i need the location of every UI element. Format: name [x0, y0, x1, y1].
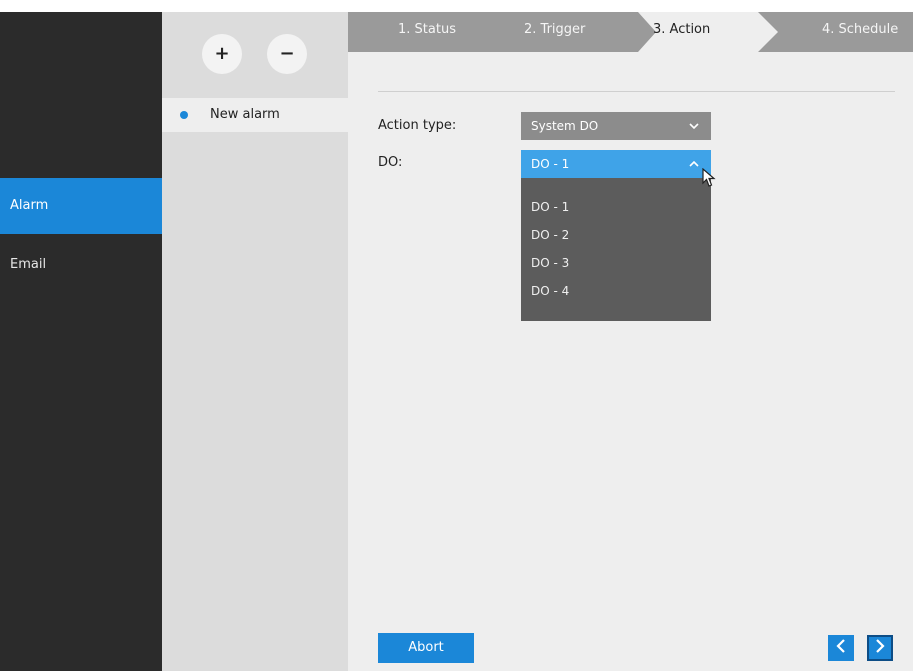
abort-label: Abort: [408, 640, 444, 655]
step-bar: 1. Status 2. Trigger 3. Action 4. Schedu…: [348, 12, 913, 52]
add-alarm-button[interactable]: +: [202, 34, 242, 74]
sidebar: Alarm Email: [0, 12, 162, 671]
do-select[interactable]: DO - 1: [521, 150, 711, 178]
list-item[interactable]: New alarm: [162, 98, 348, 132]
chevron-up-icon: [687, 150, 701, 178]
sidebar-item-label: Email: [10, 257, 47, 272]
do-option[interactable]: DO - 2: [531, 228, 569, 242]
sidebar-item-email[interactable]: Email: [0, 237, 162, 293]
tab-action[interactable]: 3. Action: [653, 12, 710, 52]
tab-schedule[interactable]: 4. Schedule: [822, 12, 898, 52]
minus-icon: −: [279, 43, 295, 64]
remove-alarm-button[interactable]: −: [267, 34, 307, 74]
do-dropdown-menu: DO - 1 DO - 2 DO - 3 DO - 4: [521, 178, 711, 321]
selected-dot-icon: [180, 111, 188, 119]
do-option[interactable]: DO - 3: [531, 256, 569, 270]
alarm-list-panel: + − New alarm: [162, 12, 348, 671]
do-option[interactable]: DO - 1: [531, 200, 569, 214]
action-type-value: System DO: [531, 119, 599, 133]
do-option[interactable]: DO - 4: [531, 284, 569, 298]
chevron-down-icon: [687, 112, 701, 140]
plus-icon: +: [214, 43, 230, 64]
mouse-pointer-icon: [702, 167, 716, 192]
sidebar-item-alarm[interactable]: Alarm: [0, 178, 162, 234]
tab-status[interactable]: 1. Status: [398, 12, 456, 52]
action-type-select[interactable]: System DO: [521, 112, 711, 140]
action-type-label: Action type:: [378, 118, 457, 133]
tab-trigger[interactable]: 2. Trigger: [524, 12, 585, 52]
abort-button[interactable]: Abort: [378, 633, 474, 663]
divider: [378, 91, 895, 92]
do-value: DO - 1: [531, 157, 570, 171]
chevron-left-icon: [836, 639, 846, 657]
do-label: DO:: [378, 155, 403, 170]
sidebar-item-label: Alarm: [10, 198, 49, 213]
main-content: 1. Status 2. Trigger 3. Action 4. Schedu…: [348, 12, 913, 671]
previous-step-button[interactable]: [828, 635, 854, 661]
chevron-right-icon: [875, 639, 885, 657]
list-item-label: New alarm: [210, 107, 280, 122]
next-step-button[interactable]: [867, 635, 893, 661]
